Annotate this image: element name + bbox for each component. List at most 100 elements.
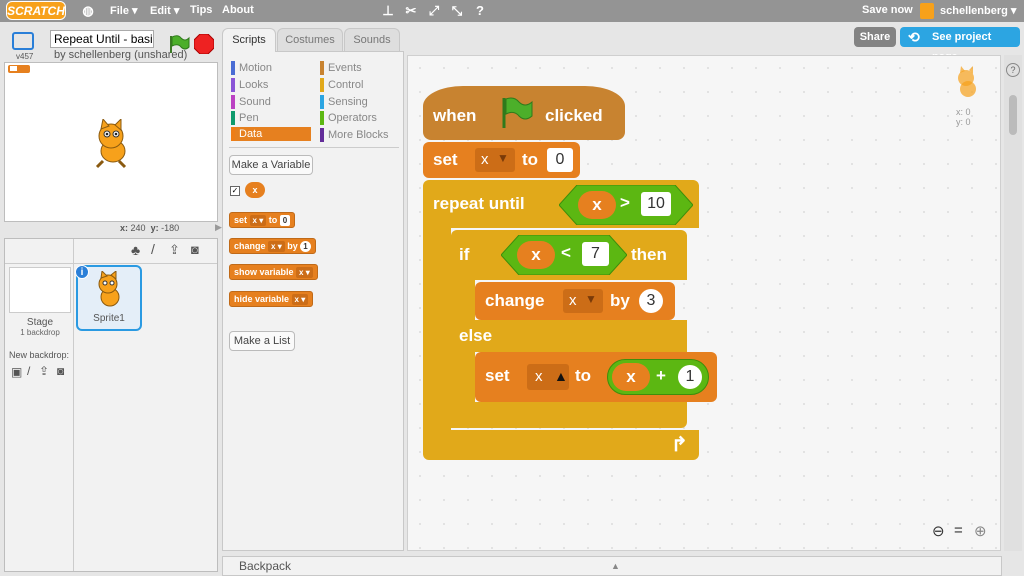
file-menu[interactable]: File ▾ bbox=[110, 4, 138, 17]
scratch-logo[interactable]: SCRATCH bbox=[6, 1, 66, 20]
make-list-button[interactable]: Make a List bbox=[229, 331, 295, 351]
backdrop-library-icon[interactable]: ▣ bbox=[11, 365, 22, 379]
scripts-area[interactable]: x: 0 y: 0 when clicked set x ▼ to 0 repe… bbox=[407, 55, 1001, 551]
upload-sprite-icon[interactable]: ⇪ bbox=[169, 242, 180, 258]
change-var-name: x bbox=[569, 292, 577, 309]
hide-var-dropdown[interactable]: x ▾ bbox=[291, 294, 309, 305]
set2-op-value-input[interactable]: 1 bbox=[678, 365, 702, 389]
change-dropdown-arrow-icon: ▼ bbox=[585, 292, 597, 306]
y-value: -180 bbox=[161, 223, 180, 233]
stop-icon[interactable] bbox=[194, 34, 214, 54]
user-avatar[interactable] bbox=[920, 3, 934, 19]
if-cond-value-input[interactable]: 7 bbox=[582, 242, 609, 266]
variable-monitor[interactable] bbox=[8, 65, 30, 73]
globe-icon[interactable]: ◍ bbox=[80, 3, 96, 19]
sprite-library-icon[interactable]: ♣ bbox=[131, 242, 140, 258]
sprite-name: Sprite1 bbox=[93, 313, 125, 324]
zoom-reset-icon[interactable]: = bbox=[954, 522, 963, 539]
palette-show-variable-block[interactable]: show variable x ▾ bbox=[229, 264, 318, 280]
repeat-cond-var-reporter[interactable]: x bbox=[578, 191, 616, 219]
grow-icon[interactable]: ⤢ bbox=[426, 3, 442, 19]
zoom-out-icon[interactable]: ⊖ bbox=[932, 522, 945, 540]
shrink-icon[interactable]: ⤡ bbox=[449, 3, 465, 19]
category-control[interactable]: Control bbox=[320, 78, 363, 92]
change-var-dropdown[interactable]: x ▼ bbox=[563, 289, 603, 313]
category-pen[interactable]: Pen bbox=[231, 111, 259, 125]
to-word: to bbox=[268, 215, 278, 225]
set2-label: set bbox=[485, 366, 510, 385]
category-data[interactable]: Data bbox=[231, 127, 311, 141]
change-var-dropdown[interactable]: x ▾ bbox=[268, 241, 285, 252]
if-else-block[interactable]: if x < 7 then bbox=[451, 230, 687, 280]
mouse-cursor-icon: ▲ bbox=[554, 368, 568, 384]
stage-thumbnail[interactable] bbox=[9, 267, 71, 313]
paint-backdrop-icon[interactable]: / bbox=[27, 364, 30, 378]
upload-backdrop-icon[interactable]: ⇪ bbox=[39, 364, 49, 378]
delete-scissors-icon[interactable]: ✂ bbox=[403, 3, 419, 19]
about-menu[interactable]: About bbox=[222, 4, 254, 16]
category-looks[interactable]: Looks bbox=[231, 78, 268, 92]
variable-checkbox[interactable]: ✓ bbox=[230, 186, 240, 196]
category-operators[interactable]: Operators bbox=[320, 111, 377, 125]
stage-canvas[interactable] bbox=[4, 62, 218, 222]
repeat-cond-value-input[interactable]: 10 bbox=[641, 192, 671, 216]
category-more-blocks[interactable]: More Blocks bbox=[320, 128, 389, 142]
help-icon[interactable]: ? bbox=[472, 3, 488, 19]
see-project-page-button[interactable]: ⟲ See project page bbox=[900, 27, 1020, 63]
paint-sprite-icon[interactable]: / bbox=[151, 241, 155, 257]
repeat-until-block[interactable]: repeat until x > 10 bbox=[423, 180, 699, 228]
scripts-help-icon[interactable]: ? bbox=[1006, 63, 1020, 77]
backpack-label: Backpack bbox=[239, 559, 292, 573]
duplicate-icon[interactable]: ⊥ bbox=[380, 3, 396, 19]
set-x-to-0-block[interactable]: set x ▼ to 0 bbox=[423, 142, 580, 178]
sprite-info-icon[interactable]: i bbox=[75, 265, 89, 279]
project-title-input[interactable] bbox=[50, 30, 154, 48]
repeat-cond-operator: > bbox=[620, 193, 630, 212]
tips-menu[interactable]: Tips bbox=[190, 4, 212, 16]
user-menu[interactable]: schellenberg ▾ bbox=[940, 4, 1016, 17]
when-flag-clicked-block[interactable]: when clicked bbox=[423, 86, 625, 140]
set-x-to-x-plus-1-block[interactable]: set x ▲ to x + 1 bbox=[475, 352, 717, 402]
edit-menu[interactable]: Edit ▾ bbox=[150, 4, 179, 17]
hat-green-flag-icon bbox=[502, 97, 533, 128]
category-sound[interactable]: Sound bbox=[231, 95, 271, 109]
camera-sprite-icon[interactable]: ◙ bbox=[191, 242, 199, 257]
make-variable-button[interactable]: Make a Variable bbox=[229, 155, 313, 175]
tab-costumes[interactable]: Costumes bbox=[277, 28, 343, 52]
set1-var-dropdown[interactable]: x ▼ bbox=[475, 148, 515, 172]
category-sensing[interactable]: Sensing bbox=[320, 95, 368, 109]
palette-change-block[interactable]: change x ▾ by 1 bbox=[229, 238, 316, 254]
set2-add-operator-block[interactable]: x + 1 bbox=[607, 359, 709, 395]
tab-scripts[interactable]: Scripts bbox=[222, 28, 276, 52]
fullscreen-icon[interactable] bbox=[12, 32, 34, 50]
variable-reporter-x[interactable]: x bbox=[245, 182, 265, 198]
set-value-input[interactable]: 0 bbox=[279, 215, 291, 226]
if-cond-var-reporter[interactable]: x bbox=[517, 241, 555, 269]
backpack-expand-icon[interactable]: ▲ bbox=[611, 557, 620, 575]
set2-op-var-reporter[interactable]: x bbox=[612, 363, 650, 391]
change-x-by-3-block[interactable]: change x ▼ by 3 bbox=[475, 282, 675, 320]
change-value-input[interactable]: 3 bbox=[639, 289, 663, 313]
set1-value-input[interactable]: 0 bbox=[547, 148, 573, 172]
sprite-thumbnail-cat-icon bbox=[98, 271, 120, 307]
zoom-in-icon[interactable]: ⊕ bbox=[974, 522, 987, 540]
camera-backdrop-icon[interactable]: ◙ bbox=[57, 364, 64, 378]
change-by-label: by bbox=[610, 291, 630, 310]
scripts-scrollbar[interactable]: ? bbox=[1004, 55, 1022, 551]
change-value-input[interactable]: 1 bbox=[300, 241, 311, 252]
set-var-dropdown[interactable]: x ▾ bbox=[249, 215, 267, 226]
backpack-bar[interactable]: Backpack ▲ bbox=[222, 556, 1002, 576]
category-events[interactable]: Events bbox=[320, 61, 362, 75]
share-button[interactable]: Share bbox=[854, 27, 896, 47]
palette-hide-variable-block[interactable]: hide variable x ▾ bbox=[229, 291, 314, 307]
stage-collapse-arrow-icon[interactable]: ▶ bbox=[215, 222, 222, 233]
scrollbar-thumb[interactable] bbox=[1009, 95, 1017, 135]
menu-bar: SCRATCH ◍ File ▾ Edit ▾ Tips About ⊥ ✂ ⤢… bbox=[0, 0, 1024, 22]
save-now-link[interactable]: Save now bbox=[862, 4, 913, 16]
cat-sprite-icon[interactable] bbox=[89, 119, 135, 169]
palette-set-block[interactable]: set x ▾ to 0 bbox=[229, 212, 296, 228]
green-flag-icon[interactable] bbox=[168, 34, 190, 54]
show-var-dropdown[interactable]: x ▾ bbox=[296, 267, 313, 278]
category-motion[interactable]: Motion bbox=[231, 61, 272, 75]
tab-sounds[interactable]: Sounds bbox=[344, 28, 400, 52]
